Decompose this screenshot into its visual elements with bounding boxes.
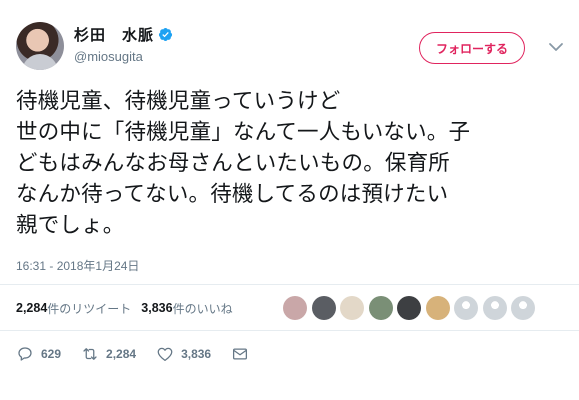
- liker-avatar[interactable]: [425, 296, 450, 320]
- tweet-header: 杉田 水脈 @miosugita フォローする: [16, 22, 563, 74]
- liker-avatar[interactable]: [511, 296, 535, 320]
- author-display-name[interactable]: 杉田 水脈: [74, 24, 154, 45]
- tweet-line: なんか待ってない。待機してるのは預けたい: [16, 182, 449, 207]
- direct-message-icon: [233, 348, 248, 360]
- retweets-stat-label: 件のリツイート: [47, 301, 132, 316]
- retweets-stat-count: 2,284: [16, 301, 48, 315]
- author-avatar[interactable]: [16, 22, 64, 70]
- liker-avatar[interactable]: [340, 296, 364, 320]
- liker-avatar[interactable]: [454, 296, 478, 320]
- tweet-stats: 2,284 件のリツイート 3,836 件のいいね: [16, 298, 243, 318]
- divider: [0, 330, 579, 331]
- liker-avatar[interactable]: [397, 296, 421, 320]
- liker-avatar[interactable]: [482, 296, 507, 320]
- author-names: 杉田 水脈 @miosugita: [74, 24, 173, 64]
- retweet-count: 2,284: [106, 347, 137, 361]
- retweets-stat[interactable]: 2,284 件のリツイート: [16, 300, 131, 317]
- reply-icon: [18, 347, 32, 361]
- reply-count: 629: [41, 347, 62, 361]
- like-button[interactable]: 3,836: [156, 345, 211, 363]
- retweet-icon: [83, 348, 97, 360]
- verified-badge-icon: [158, 27, 173, 41]
- liker-avatar[interactable]: [368, 296, 393, 320]
- liker-avatar[interactable]: [311, 296, 336, 320]
- likes-stat-count: 3,836: [141, 301, 173, 315]
- likes-stat[interactable]: 3,836 件のいいね: [141, 300, 232, 317]
- like-count: 3,836: [181, 347, 212, 361]
- tweet-line: 親でしょ。: [16, 213, 125, 238]
- divider: [0, 284, 579, 285]
- reply-button[interactable]: 629: [16, 345, 61, 363]
- tweet-text: 待機児童、待機児童っていうけど 世の中に「待機児童」なんて一人もいない。子 ども…: [16, 86, 568, 241]
- author-handle[interactable]: @miosugita: [74, 49, 173, 64]
- display-name-row: 杉田 水脈: [74, 24, 173, 44]
- tweet-line: どもはみんなお母さんといたいもの。保育所: [16, 151, 451, 176]
- liker-avatar[interactable]: [283, 296, 307, 320]
- like-heart-icon: [157, 347, 173, 362]
- retweet-button[interactable]: 2,284: [81, 345, 136, 363]
- direct-message-button[interactable]: [231, 345, 249, 363]
- follow-button[interactable]: フォローする: [419, 32, 525, 64]
- tweet-line: 待機児童、待機児童っていうけど: [16, 89, 341, 114]
- avatar-shoulders: [22, 54, 58, 70]
- chevron-down-icon[interactable]: [546, 37, 566, 57]
- tweet-timestamp[interactable]: 16:31 - 2018年1月24日: [16, 257, 139, 274]
- tweet-actions: 629 2,284 3,836: [16, 343, 269, 365]
- liker-avatars: [283, 296, 540, 320]
- tweet-line: 世の中に「待機児童」なんて一人もいない。子: [16, 120, 471, 145]
- likes-stat-label: 件のいいね: [172, 301, 233, 316]
